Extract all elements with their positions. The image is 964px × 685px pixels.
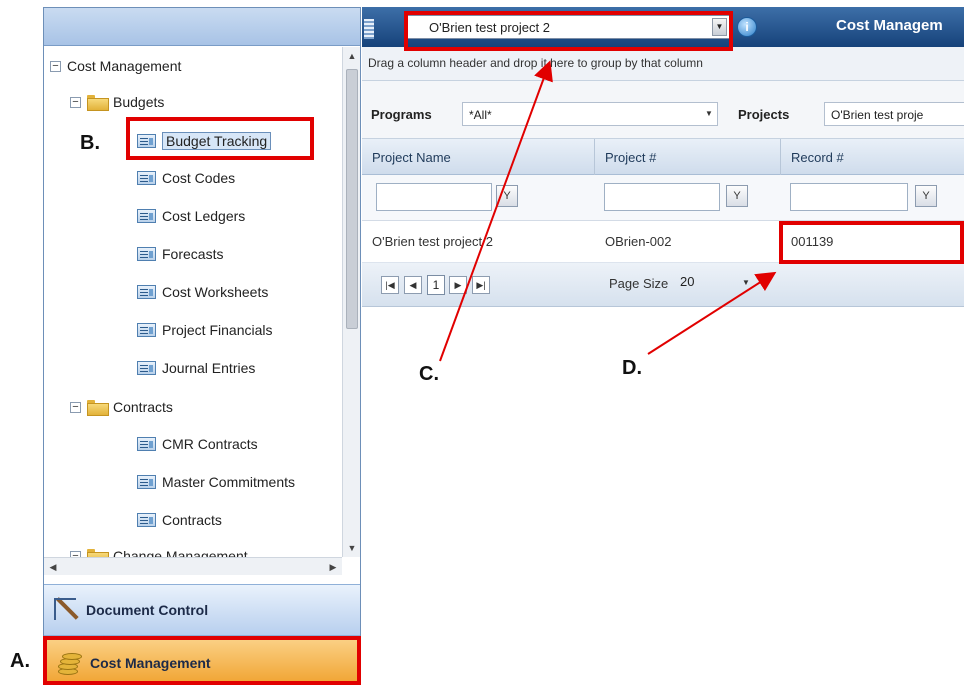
tree-item-cost-worksheets[interactable]: Cost Worksheets <box>137 284 268 300</box>
tree-item-contracts[interactable]: Contracts <box>137 512 222 528</box>
tree-folder-budgets[interactable]: − Budgets <box>70 94 165 111</box>
tree-item-master-commitments[interactable]: Master Commitments <box>137 474 295 490</box>
content-panel: O'Brien test project 2 ▼ i Cost Managem … <box>362 7 964 685</box>
navigation-panel-header <box>44 8 360 46</box>
tree-item-label: Contracts <box>162 512 222 528</box>
tree-item-label: Project Financials <box>162 322 273 338</box>
projects-label: Projects <box>738 107 790 122</box>
highlight-box-budget-tracking <box>126 117 314 160</box>
form-icon <box>137 323 156 337</box>
highlight-box-record-number <box>779 221 964 264</box>
tree-item-cost-codes[interactable]: Cost Codes <box>137 170 235 186</box>
highlight-box-project-dropdown <box>404 11 733 51</box>
tree-vertical-scrollbar[interactable]: ▲ ▼ <box>342 47 360 557</box>
next-page-icon[interactable]: ▶ <box>449 276 467 294</box>
programs-label: Programs <box>371 107 432 122</box>
collapse-icon[interactable]: − <box>70 96 81 108</box>
filter-funnel-icon[interactable]: Y <box>496 185 518 207</box>
form-icon <box>137 285 156 299</box>
projects-dropdown[interactable]: O'Brien test proje <box>824 102 964 126</box>
tree-item-label: Cost Worksheets <box>162 284 269 300</box>
cell-project-name: O'Brien test project 2 <box>372 234 493 249</box>
form-icon <box>137 209 156 223</box>
tree-item-journal-entries[interactable]: Journal Entries <box>137 360 255 376</box>
page-size-value[interactable]: 20 <box>680 274 694 289</box>
highlight-box-cost-management <box>43 636 361 685</box>
scroll-down-arrow-icon[interactable]: ▼ <box>343 539 360 557</box>
tree-folder-label: Contracts <box>113 399 173 415</box>
document-control-label: Document Control <box>86 602 209 618</box>
tree-item-cmr-contracts[interactable]: CMR Contracts <box>137 436 258 452</box>
form-icon <box>137 513 156 527</box>
form-icon <box>137 247 156 261</box>
tree-item-label: CMR Contracts <box>162 436 258 452</box>
group-by-hint: Drag a column header and drop it here to… <box>368 56 703 70</box>
grid-header-row: Project Name Project # Record # <box>362 139 964 175</box>
grid-filter-row: Y Y Y <box>362 175 964 221</box>
filter-funnel-icon[interactable]: Y <box>915 185 937 207</box>
callout-label-a: A. <box>10 650 30 672</box>
group-by-drop-area[interactable]: Drag a column header and drop it here to… <box>362 47 964 81</box>
current-page-number[interactable]: 1 <box>427 275 445 295</box>
form-icon <box>137 171 156 185</box>
form-icon <box>137 475 156 489</box>
programs-dropdown[interactable]: *All* ▼ <box>462 102 718 126</box>
project-number-filter-input[interactable] <box>604 183 720 211</box>
tree-item-cost-ledgers[interactable]: Cost Ledgers <box>137 208 245 224</box>
collapse-icon[interactable]: − <box>70 401 81 413</box>
form-icon <box>137 361 156 375</box>
folder-icon <box>87 95 109 111</box>
projects-dropdown-value: O'Brien test proje <box>831 108 924 122</box>
pen-icon <box>54 598 78 622</box>
filter-funnel-icon[interactable]: Y <box>726 185 748 207</box>
last-page-icon[interactable]: ▶| <box>472 276 490 294</box>
previous-page-icon[interactable]: ◀ <box>404 276 422 294</box>
tree-horizontal-scrollbar[interactable]: ◀ ▶ <box>44 557 342 575</box>
tree-item-label: Cost Codes <box>162 170 236 186</box>
info-icon[interactable]: i <box>737 17 757 37</box>
collapse-icon[interactable]: − <box>50 60 61 72</box>
tree-item-label: Cost Ledgers <box>162 208 246 224</box>
grid-pager: |◀ ◀ 1 ▶ ▶| Page Size 20 ▼ <box>362 263 964 307</box>
tree-root-cost-management[interactable]: − Cost Management <box>50 58 181 74</box>
column-header-project-name[interactable]: Project Name <box>362 139 595 175</box>
programs-dropdown-value: *All* <box>469 108 492 122</box>
column-header-project-number[interactable]: Project # <box>595 139 781 175</box>
column-header-record-number[interactable]: Record # <box>781 139 964 175</box>
record-number-filter-input[interactable] <box>790 183 908 211</box>
chevron-down-icon[interactable]: ▼ <box>740 276 752 290</box>
scroll-left-arrow-icon[interactable]: ◀ <box>44 558 62 576</box>
cell-project-number: OBrien-002 <box>605 234 672 249</box>
scroll-up-arrow-icon[interactable]: ▲ <box>343 47 360 65</box>
module-title: Cost Managem <box>836 17 943 34</box>
tree-folder-contracts[interactable]: − Contracts <box>70 399 173 416</box>
program-project-filter-bar: Programs *All* ▼ Projects O'Brien test p… <box>362 81 964 139</box>
form-icon <box>137 437 156 451</box>
navigation-panel: − Cost Management − Budgets Budget Track… <box>43 7 361 685</box>
tree-item-label: Journal Entries <box>162 360 256 376</box>
folder-icon <box>87 400 109 416</box>
tree-item-project-financials[interactable]: Project Financials <box>137 322 273 338</box>
project-name-filter-input[interactable] <box>376 183 492 211</box>
tree-root-label: Cost Management <box>67 58 182 74</box>
chevron-down-icon[interactable]: ▼ <box>703 107 715 121</box>
page-size-label: Page Size <box>609 276 669 291</box>
scroll-right-arrow-icon[interactable]: ▶ <box>324 558 342 576</box>
tree-folder-label: Budgets <box>113 94 165 110</box>
tree-item-label: Master Commitments <box>162 474 296 490</box>
tree-item-label: Forecasts <box>162 246 224 262</box>
document-control-button[interactable]: Document Control <box>44 584 360 636</box>
tree-item-forecasts[interactable]: Forecasts <box>137 246 223 262</box>
first-page-icon[interactable]: |◀ <box>381 276 399 294</box>
screenshot-stage: − Cost Management − Budgets Budget Track… <box>0 0 964 685</box>
callout-label-b: B. <box>80 132 100 154</box>
grip-handle-icon[interactable] <box>364 19 374 39</box>
callout-label-c: C. <box>419 363 439 385</box>
callout-label-d: D. <box>622 357 642 379</box>
scrollbar-thumb[interactable] <box>346 69 358 329</box>
